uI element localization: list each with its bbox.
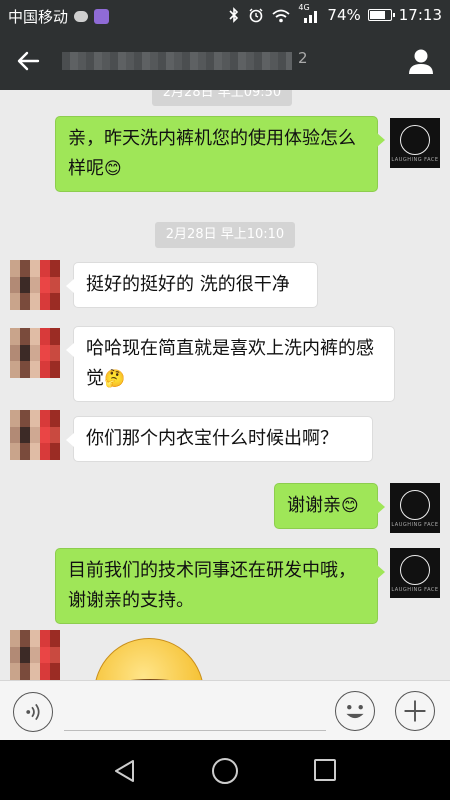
message-text: 你们那个内衣宝什么时候出啊？ [86,428,338,449]
nav-home-icon[interactable] [212,758,238,784]
nav-back-icon[interactable] [112,758,138,784]
contact-avatar[interactable] [10,328,60,378]
brand-avatar[interactable]: LAUGHING FACE [390,548,440,598]
ring-logo-icon [400,555,430,585]
battery-percent: 74% [327,6,361,24]
message-text: 挺好的挺好的 洗的很干净 [86,274,290,295]
message-bubble-outgoing[interactable]: 目前我们的技术同事还在研发中哦，谢谢亲的支持。 [55,548,385,624]
message-input[interactable] [64,697,326,731]
photo-app-icon [94,9,110,24]
message-text: 哈哈现在简直就是喜欢上洗内裤的感觉 [86,338,374,389]
person-icon[interactable] [406,46,436,76]
wifi-icon [272,9,291,22]
message-text: 谢谢亲 [287,495,341,516]
message-bubble-incoming[interactable]: 哈哈现在简直就是喜欢上洗内裤的感觉🤔 [66,326,395,402]
status-right: 4G 74% 17:13 [227,3,442,24]
contact-avatar[interactable] [10,260,60,310]
bluetooth-icon [229,7,239,23]
chat-bubble-icon [74,11,89,22]
message-bubble-incoming[interactable]: 挺好的挺好的 洗的很干净 [66,262,318,308]
ring-logo-icon [400,125,430,155]
alarm-icon [249,8,263,23]
emoji-sticker-icon[interactable] [94,638,204,680]
chat-header: 2 [0,32,450,90]
brand-avatar[interactable]: LAUGHING FACE [390,483,440,533]
timestamp-partial: 2月28日 早上09:50 [152,90,292,106]
chat-title-suffix: 2 [298,49,308,67]
nav-recent-icon[interactable] [314,759,336,781]
brand-avatar[interactable]: LAUGHING FACE [390,118,440,168]
thinking-emoji-icon: 🤔 [104,369,126,389]
status-bar: 中国移动 4G 74% 17:13 [0,0,450,32]
battery-icon [367,9,395,21]
plus-icon[interactable] [395,691,435,731]
input-bar [0,680,450,740]
brand-avatar-caption: LAUGHING FACE [391,157,439,163]
emoji-icon[interactable] [335,691,375,731]
arrow-left-icon[interactable] [14,46,46,76]
smile-emoji-icon: 😊 [341,496,359,516]
brand-avatar-caption: LAUGHING FACE [391,522,439,528]
contact-avatar[interactable] [10,410,60,460]
signal-icon: 4G [298,3,320,23]
contact-avatar[interactable] [10,630,60,680]
ring-logo-icon [400,490,430,520]
message-bubble-incoming[interactable]: 你们那个内衣宝什么时候出啊？ [66,416,373,462]
brand-avatar-caption: LAUGHING FACE [391,587,439,593]
message-bubble-outgoing[interactable]: 谢谢亲😊 [274,483,385,529]
status-left: 中国移动 [8,6,110,27]
smile-emoji-icon: 😊 [104,159,122,179]
message-bubble-outgoing[interactable]: 亲，昨天洗内裤机您的使用体验怎么样呢😊 [55,116,385,192]
carrier-label: 中国移动 [8,8,69,26]
message-list: 2月28日 早上09:50 亲，昨天洗内裤机您的使用体验怎么样呢😊 LAUGHI… [0,90,450,680]
blurred-contact-name [62,52,292,70]
clock: 17:13 [398,6,442,24]
voice-icon[interactable] [13,692,53,732]
chat-title: 2 [62,49,308,73]
message-text: 目前我们的技术同事还在研发中哦，谢谢亲的支持。 [68,560,356,611]
timestamp: 2月28日 早上10:10 [155,222,295,248]
system-nav-bar [0,740,450,800]
